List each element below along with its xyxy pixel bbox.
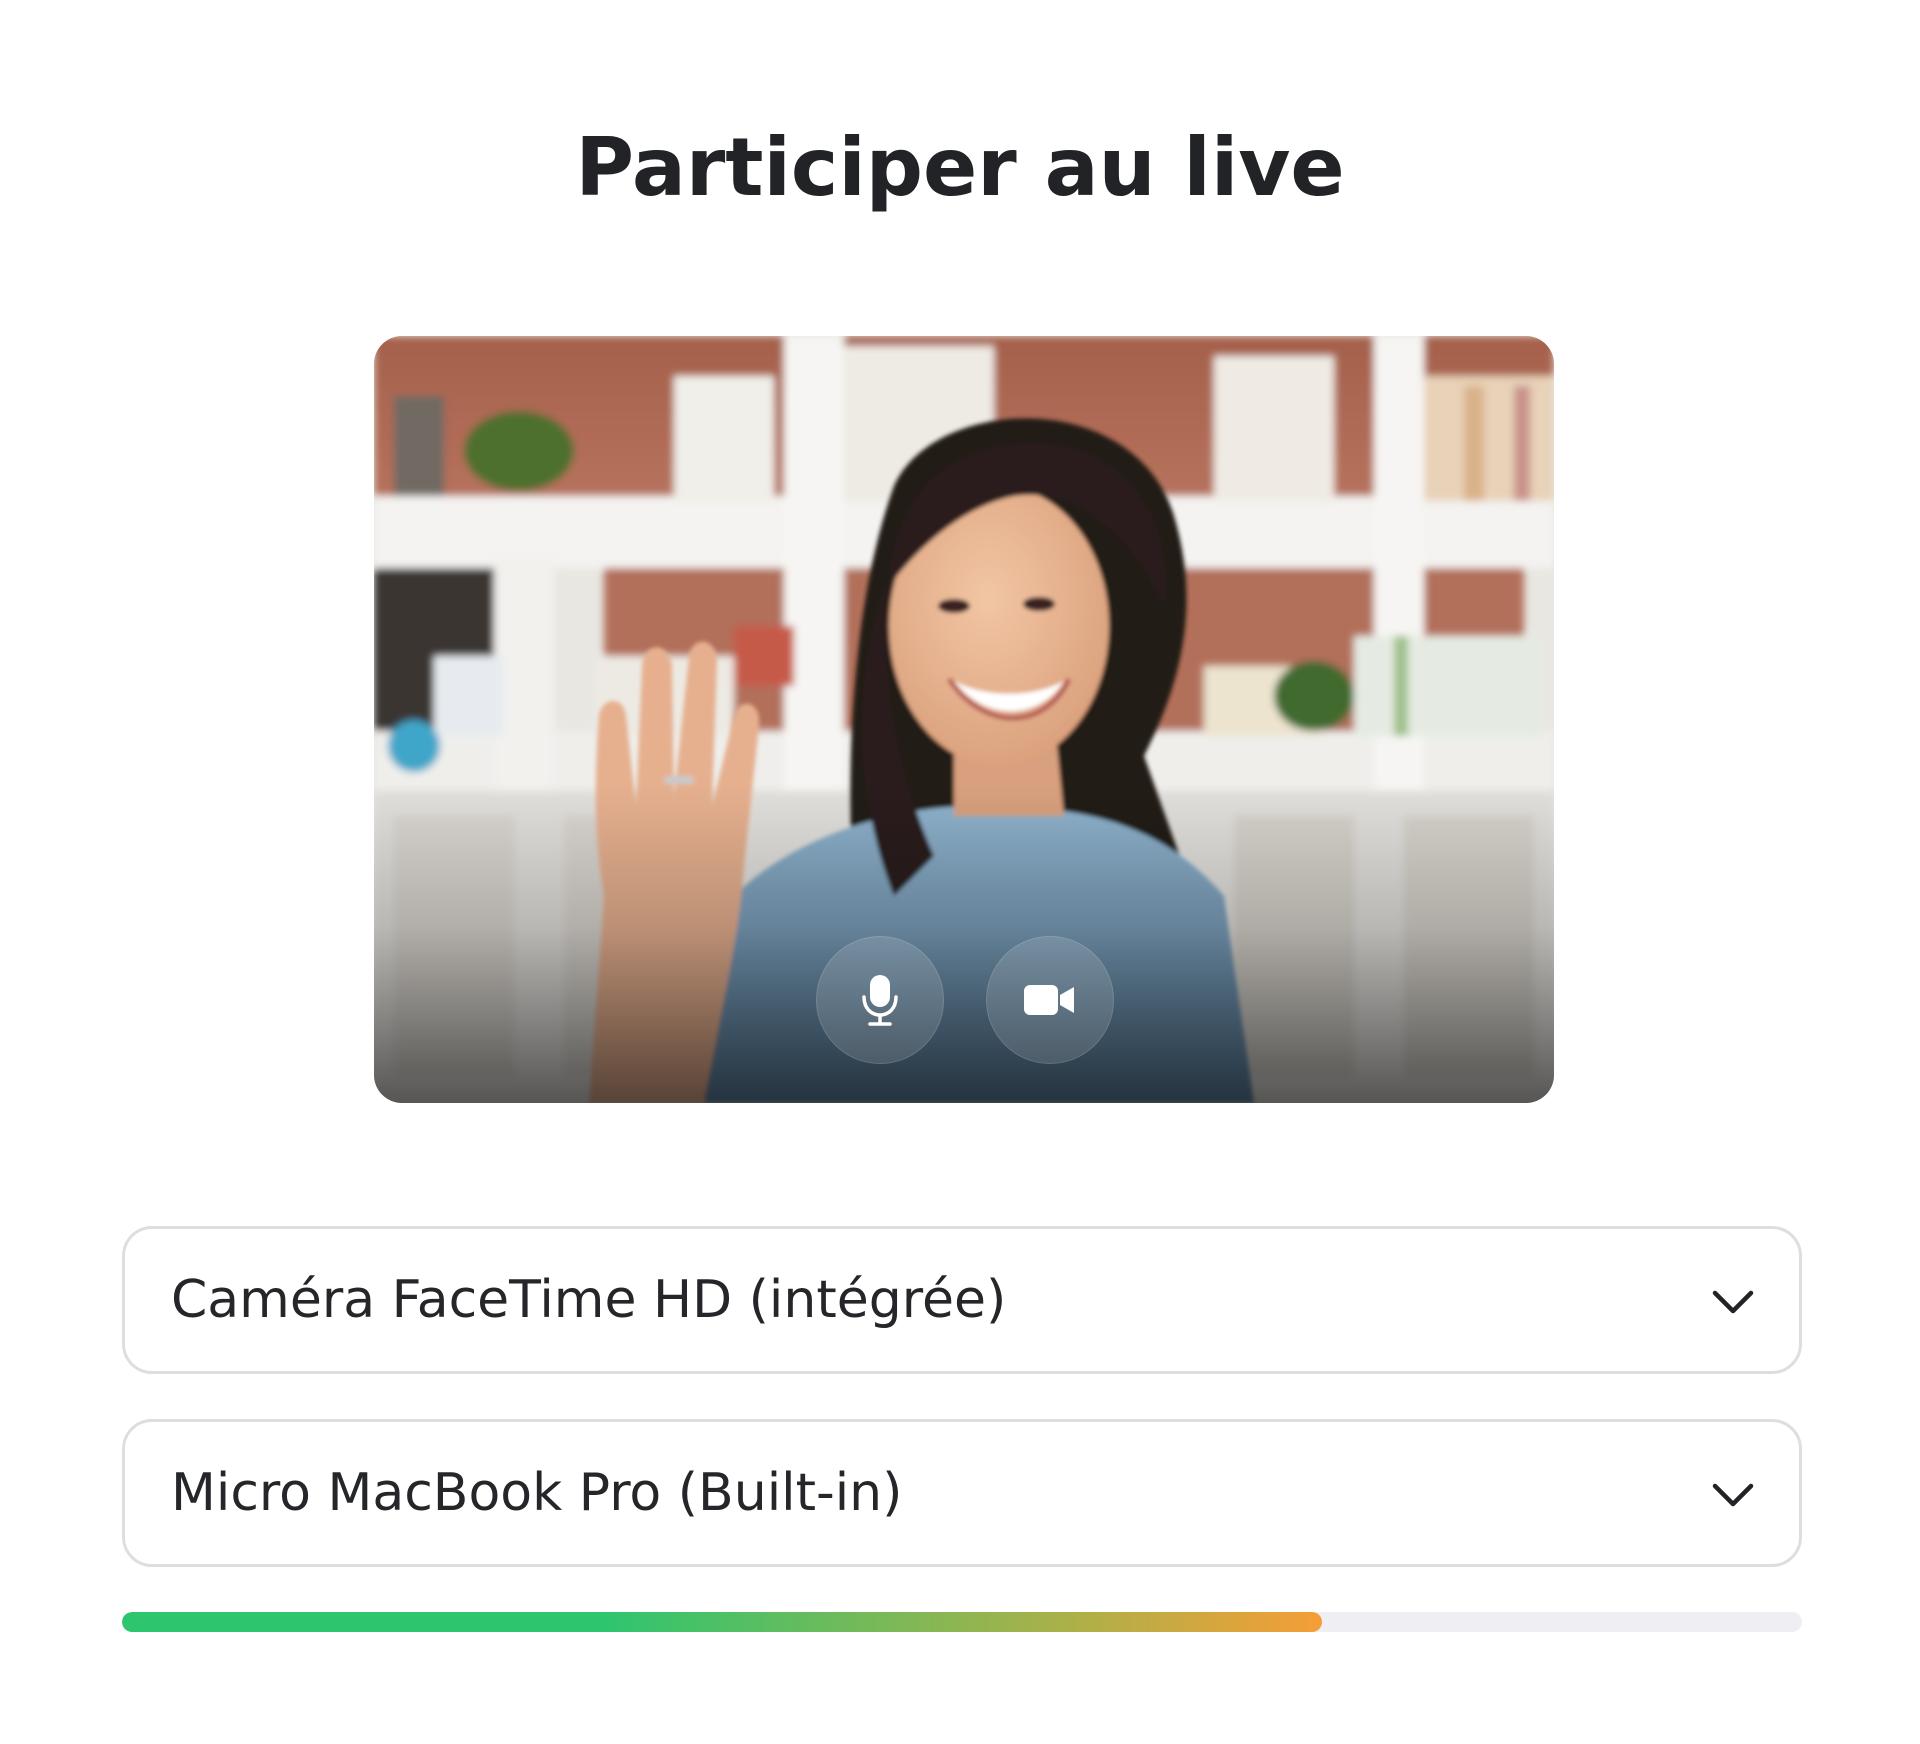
- microphone-icon: [862, 975, 898, 1026]
- microphone-select-value: Micro MacBook Pro (Built-in): [171, 1463, 903, 1523]
- mic-toggle-button[interactable]: [816, 936, 944, 1064]
- camera-select-value: Caméra FaceTime HD (intégrée): [171, 1270, 1007, 1330]
- chevron-down-icon: [1712, 1290, 1754, 1314]
- audio-level-fill: [122, 1612, 1322, 1632]
- camera-select[interactable]: Caméra FaceTime HD (intégrée): [122, 1226, 1802, 1374]
- page: Participer au live Caméra FaceTime HD (i…: [0, 0, 1920, 1744]
- camera-preview: [374, 336, 1554, 1103]
- webcam-image: [374, 336, 1554, 1103]
- microphone-select[interactable]: Micro MacBook Pro (Built-in): [122, 1419, 1802, 1567]
- audio-level-meter: [122, 1612, 1802, 1632]
- chevron-down-icon: [1712, 1483, 1754, 1507]
- video-camera-icon: [1024, 985, 1074, 1015]
- camera-toggle-button[interactable]: [986, 936, 1114, 1064]
- page-title: Participer au live: [575, 121, 1345, 214]
